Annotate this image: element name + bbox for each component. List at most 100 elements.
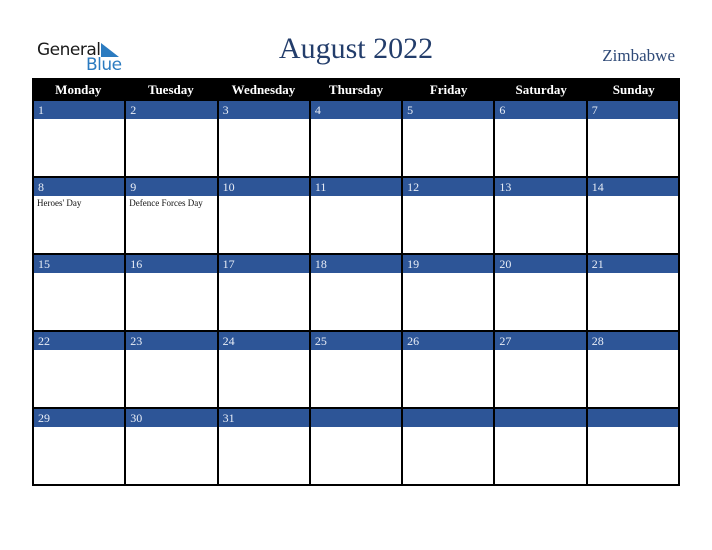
date-number: 29 — [34, 409, 125, 427]
day-cell: 7 — [585, 101, 680, 178]
date-number: 21 — [587, 255, 678, 273]
date-number: 7 — [587, 101, 678, 119]
holiday-label — [219, 350, 302, 352]
holiday-label: Heroes' Day — [37, 198, 82, 208]
day-cell: 4 — [308, 101, 402, 178]
day-cell: 9 Defence Forces Day — [124, 178, 217, 255]
date-number: 20 — [495, 255, 586, 273]
day-cell: 23 — [124, 332, 217, 409]
day-cell: 17 — [216, 255, 309, 332]
date-number: 1 — [34, 101, 125, 119]
day-cell: 16 — [124, 255, 217, 332]
holiday-label — [219, 273, 302, 275]
date-number: 4 — [310, 101, 402, 119]
date-number: 26 — [403, 332, 494, 350]
holiday-label — [495, 427, 578, 429]
day-cell: 29 — [32, 409, 125, 486]
day-cell: 28 — [585, 332, 680, 409]
holiday-label — [219, 119, 302, 121]
holiday-label — [403, 273, 486, 275]
holiday-label — [403, 350, 486, 352]
week-row: 15 16 17 18 19 20 21 — [32, 255, 680, 332]
day-cell: 30 — [124, 409, 217, 486]
day-cell: 11 — [308, 178, 402, 255]
holiday-label — [219, 196, 302, 198]
date-number: 23 — [126, 332, 217, 350]
week-row: 8 Heroes' Day 9 Defence Forces Day 10 11 12 13 1… — [32, 178, 680, 255]
date-number: 27 — [495, 332, 586, 350]
week-row: 29 30 31 — [32, 409, 680, 486]
date-number: 3 — [218, 101, 309, 119]
holiday-label — [403, 119, 486, 121]
week-row: 22 23 24 25 26 27 28 — [32, 332, 680, 409]
date-number: 24 — [218, 332, 309, 350]
date-number: 14 — [587, 178, 678, 196]
holiday-label — [34, 119, 117, 121]
weeks-container: 1 2 3 4 5 6 7 8 Heroes' Day 9 Defence Forces Day 10… — [32, 101, 680, 486]
day-cell: 8 Heroes' Day — [32, 178, 125, 255]
day-cell: 22 — [32, 332, 125, 409]
day-cell: 13 — [493, 178, 586, 255]
holiday-label — [588, 119, 671, 121]
weekday-saturday: Saturday — [515, 82, 567, 97]
day-cell: 31 — [216, 409, 309, 486]
holiday-label — [311, 427, 394, 429]
date-number: 25 — [310, 332, 402, 350]
day-cell: 15 — [32, 255, 125, 332]
holiday-label — [34, 350, 117, 352]
date-number: 17 — [218, 255, 309, 273]
holiday-label — [588, 273, 671, 275]
day-cell — [493, 409, 586, 486]
holiday-label — [126, 273, 209, 275]
day-cell: 3 — [216, 101, 309, 178]
date-number: 16 — [126, 255, 217, 273]
holiday-label — [34, 273, 117, 275]
holiday-label — [311, 196, 394, 198]
day-cell: 24 — [216, 332, 309, 409]
day-cell — [401, 409, 494, 486]
holiday-label — [495, 350, 578, 352]
day-cell: 19 — [401, 255, 494, 332]
holiday-label — [311, 273, 394, 275]
day-cell: 5 — [401, 101, 494, 178]
date-number: 31 — [218, 409, 309, 427]
holiday-label — [219, 427, 302, 429]
holiday-label — [588, 350, 671, 352]
holiday-label — [588, 427, 671, 429]
day-cell: 18 — [308, 255, 402, 332]
day-cell: 20 — [493, 255, 586, 332]
holiday-label — [126, 427, 209, 429]
holiday-label — [403, 196, 486, 198]
date-number: 2 — [126, 101, 217, 119]
day-cell — [585, 409, 680, 486]
holiday-label — [311, 350, 394, 352]
day-cell: 14 — [585, 178, 680, 255]
day-cell: 12 — [401, 178, 494, 255]
date-number — [587, 409, 678, 427]
weekday-friday: Friday — [429, 82, 468, 97]
holiday-label — [495, 196, 578, 198]
weekday-thursday: Thursday — [328, 82, 384, 97]
country-label: Zimbabwe — [602, 46, 675, 65]
day-cell: 26 — [401, 332, 494, 409]
date-number: 19 — [403, 255, 494, 273]
day-cell: 10 — [216, 178, 309, 255]
date-number: 8 — [34, 178, 125, 196]
holiday-label — [403, 427, 486, 429]
date-number — [310, 409, 402, 427]
holiday-label — [495, 119, 578, 121]
holiday-label — [34, 427, 117, 429]
holiday-label — [495, 273, 578, 275]
date-number: 5 — [403, 101, 494, 119]
holiday-label — [588, 196, 671, 198]
day-cell: 27 — [493, 332, 586, 409]
date-number: 6 — [495, 101, 586, 119]
date-number: 18 — [310, 255, 402, 273]
date-number: 28 — [587, 332, 678, 350]
date-number: 30 — [126, 409, 217, 427]
holiday-label — [311, 119, 394, 121]
week-row: 1234567 — [32, 101, 680, 178]
weekday-monday: Monday — [55, 82, 102, 97]
day-cell — [308, 409, 402, 486]
date-number: 9 — [126, 178, 217, 196]
